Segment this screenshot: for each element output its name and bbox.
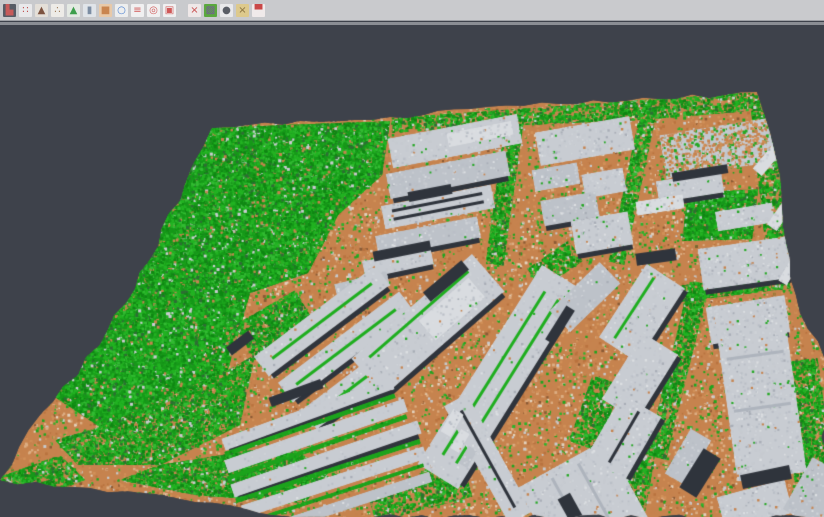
classification-map-icon-glyph: ▨: [204, 4, 217, 17]
globe-view-icon-glyph: ○: [115, 4, 128, 17]
cross-select-icon-glyph: ×: [188, 4, 201, 17]
globe-view-icon[interactable]: ○: [114, 2, 129, 18]
circle-select-icon[interactable]: ◎: [146, 2, 161, 18]
terrain-model-icon[interactable]: ▲: [66, 2, 81, 18]
flag-tool-icon[interactable]: ▀: [251, 2, 266, 18]
sparse-points-icon[interactable]: ∴: [50, 2, 65, 18]
point-cloud-file-icon-glyph: ▙: [3, 4, 16, 17]
scatter-points-icon[interactable]: ∷: [18, 2, 33, 18]
render-sphere-icon-glyph: ●: [220, 4, 233, 17]
circle-select-icon-glyph: ◎: [147, 4, 160, 17]
ortho-image-icon[interactable]: ■: [98, 2, 113, 18]
sparse-points-icon-glyph: ∴: [51, 4, 64, 17]
profile-lines-icon-glyph: ≡: [131, 4, 144, 17]
render-sphere-icon[interactable]: ●: [219, 2, 234, 18]
section-view-icon[interactable]: ▮: [82, 2, 97, 18]
measure-tool-icon[interactable]: ×: [235, 2, 250, 18]
scatter-points-icon-glyph: ∷: [19, 4, 32, 17]
terrain-model-icon-glyph: ▲: [67, 4, 80, 17]
point-cloud-file-icon[interactable]: ▙: [2, 2, 17, 18]
rect-select-icon[interactable]: ▣: [162, 2, 177, 18]
section-view-icon-glyph: ▮: [83, 4, 96, 17]
flag-tool-icon-glyph: ▀: [252, 4, 265, 17]
measure-tool-icon-glyph: ×: [236, 4, 249, 17]
classification-map-icon[interactable]: ▨: [203, 2, 218, 18]
rect-select-icon-glyph: ▣: [163, 4, 176, 17]
cross-select-icon[interactable]: ×: [187, 2, 202, 18]
ortho-image-icon-glyph: ■: [99, 4, 112, 17]
profile-lines-icon[interactable]: ≡: [130, 2, 145, 18]
toolbar: ▙∷▲∴▲▮■○≡◎▣×▨●×▀: [0, 0, 824, 21]
viewport-3d-point-cloud[interactable]: [0, 25, 824, 517]
dem-surface-icon[interactable]: ▲: [34, 2, 49, 18]
dem-surface-icon-glyph: ▲: [35, 4, 48, 17]
